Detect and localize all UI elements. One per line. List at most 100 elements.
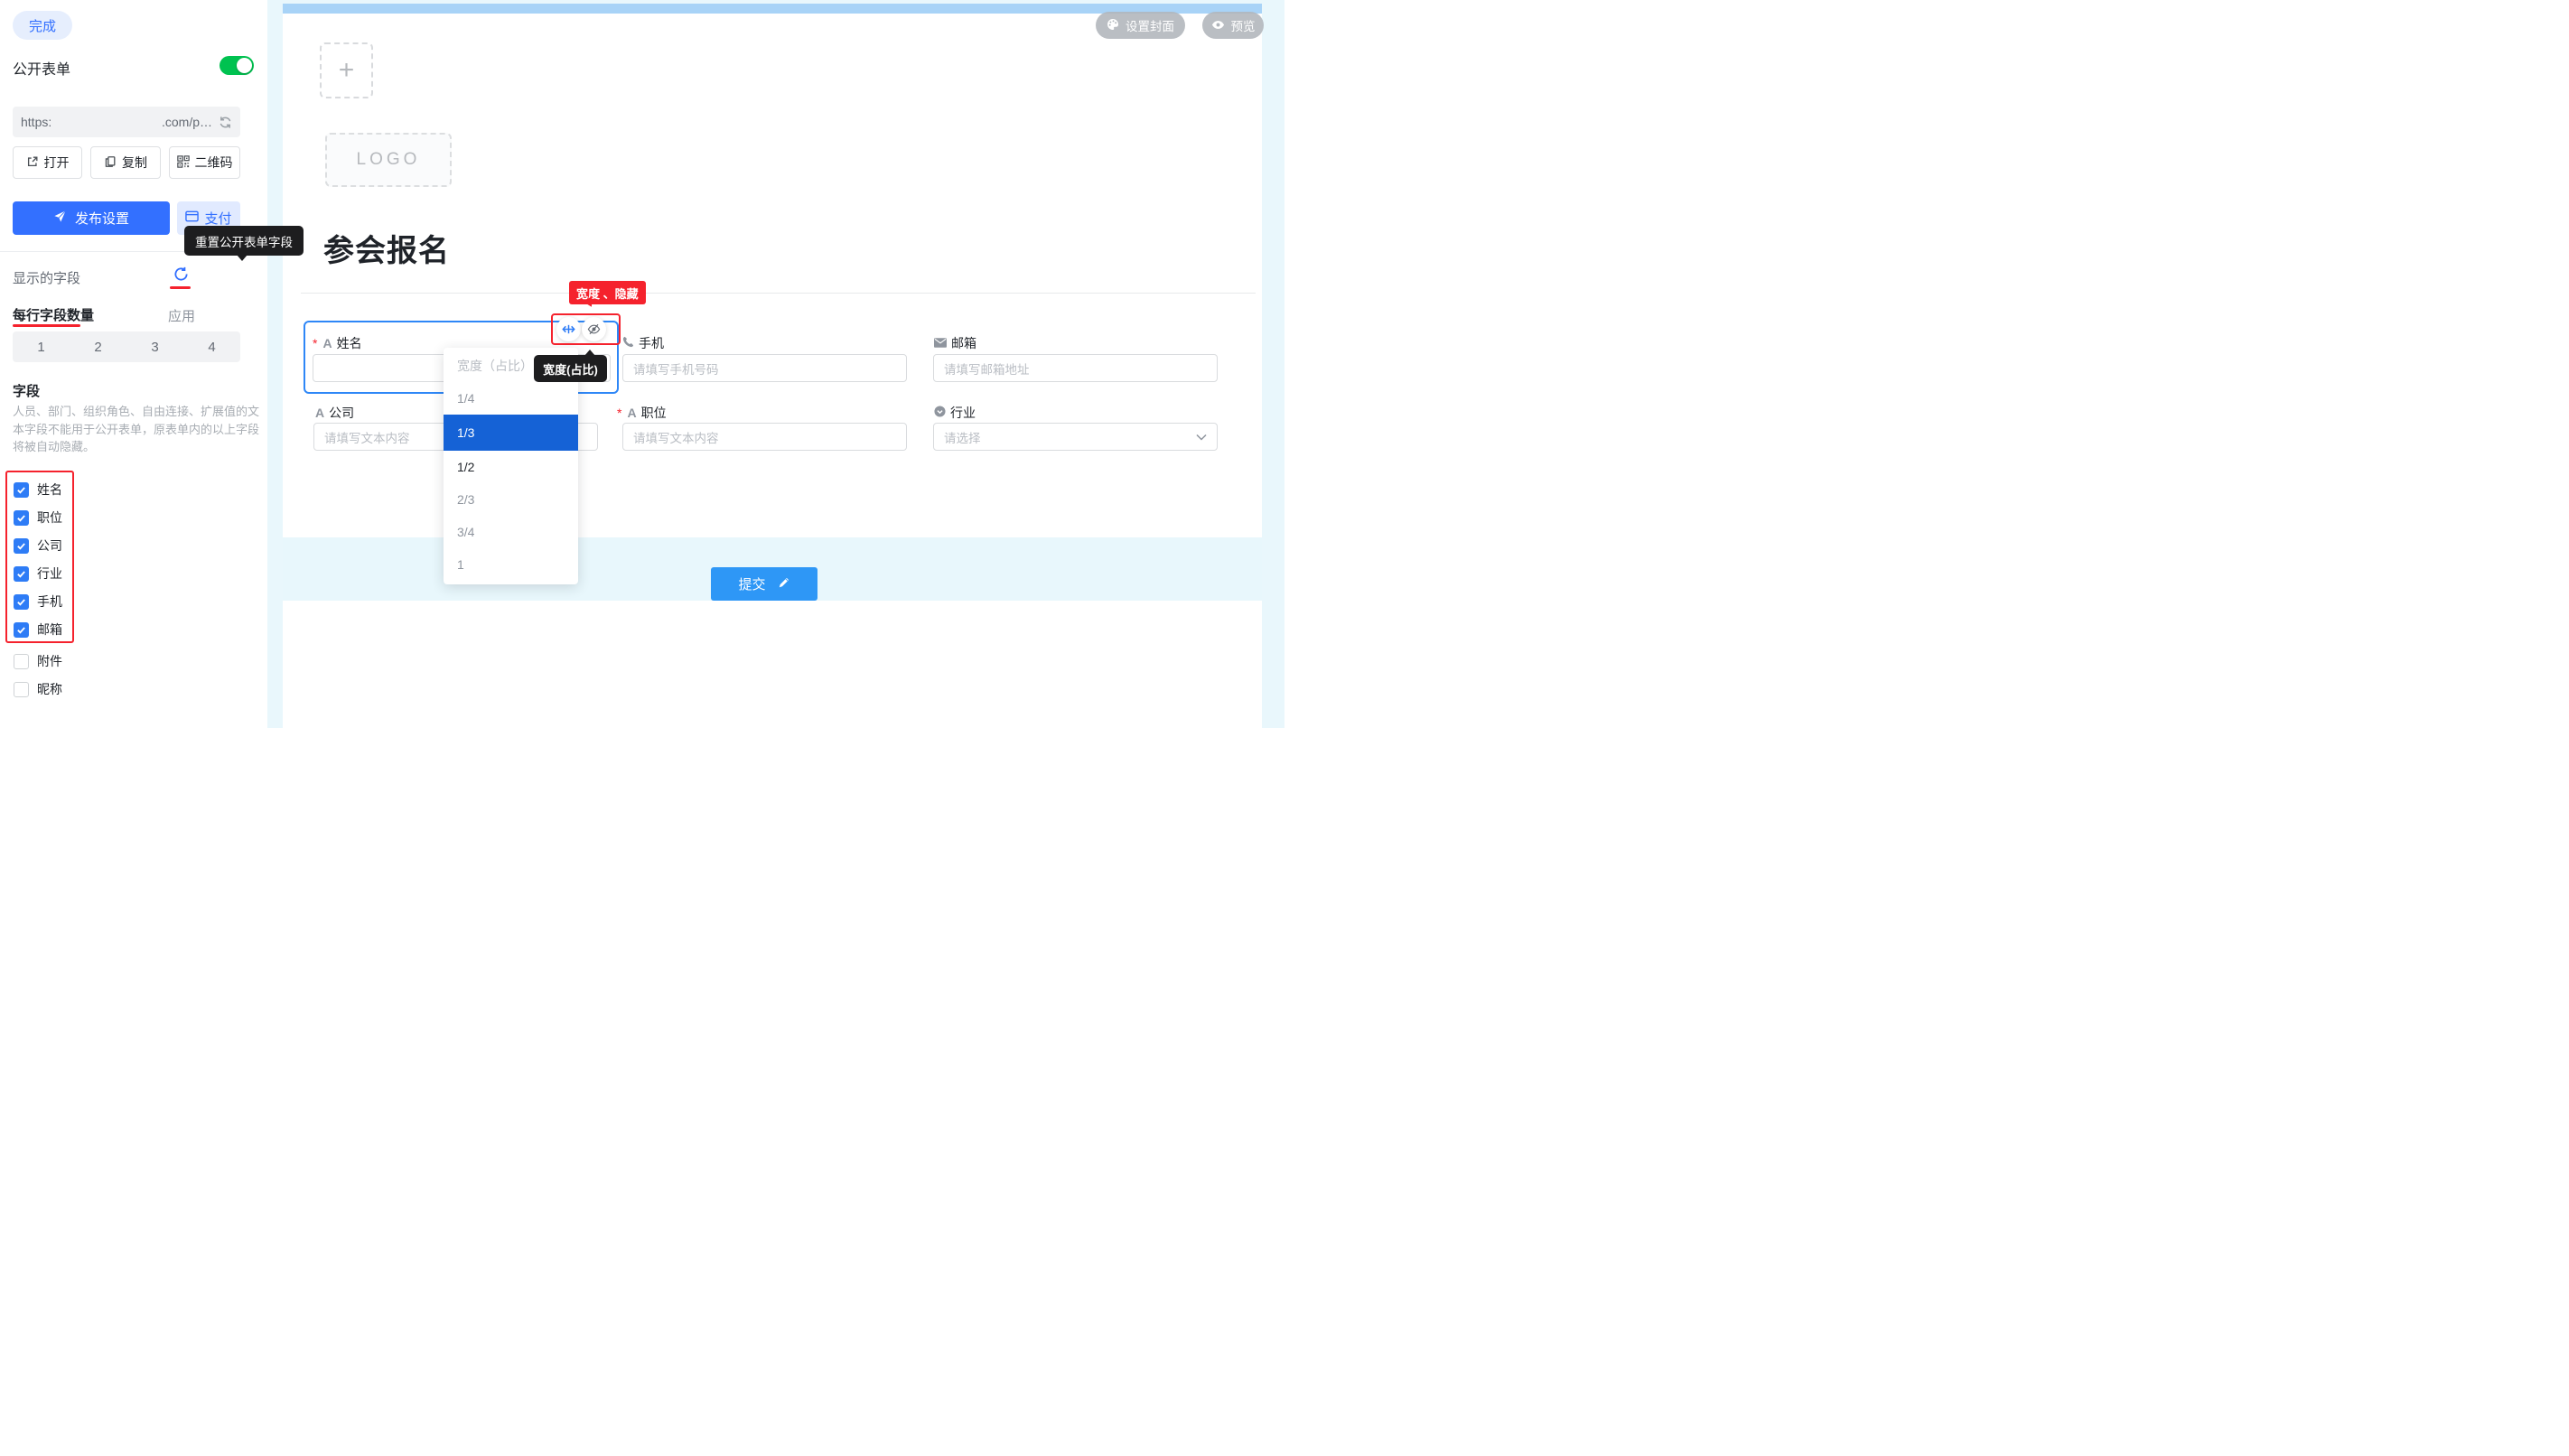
- industry-select[interactable]: 请选择: [933, 423, 1218, 451]
- industry-label-text: 行业: [950, 404, 976, 422]
- width-option-1-2[interactable]: 1/2: [444, 451, 578, 483]
- checkbox-checked-icon: [14, 594, 29, 610]
- fields-section-heading: 字段: [13, 381, 40, 400]
- width-option-3-4[interactable]: 3/4: [444, 516, 578, 548]
- red-underline-refresh: [170, 286, 191, 289]
- open-link-label: 打开: [44, 154, 70, 172]
- field-checkbox-attachment[interactable]: 附件: [14, 652, 62, 670]
- email-label-text: 邮箱: [951, 334, 976, 352]
- submit-button[interactable]: 提交: [711, 567, 817, 601]
- plus-icon: +: [339, 55, 355, 86]
- width-ratio-dropdown: 宽度（占比） 1/4 1/3 1/2 2/3 3/4 1: [444, 348, 578, 584]
- industry-field-label: 行业: [934, 404, 976, 422]
- position-input[interactable]: 请填写文本内容: [622, 423, 907, 451]
- toggle-knob: [237, 58, 252, 73]
- company-field-label: A 公司: [315, 404, 354, 422]
- copy-link-label: 复制: [122, 154, 147, 172]
- set-cover-label: 设置封面: [1126, 16, 1174, 34]
- url-refresh-icon[interactable]: [219, 116, 232, 129]
- per-row-option-2[interactable]: 2: [70, 331, 126, 362]
- checkbox-checked-icon: [14, 510, 29, 526]
- shown-fields-label: 显示的字段: [13, 268, 80, 287]
- pencil-icon: [778, 576, 790, 593]
- email-input[interactable]: 请填写邮箱地址: [933, 354, 1218, 382]
- public-form-toggle[interactable]: [220, 56, 254, 75]
- copy-link-button[interactable]: 复制: [90, 146, 161, 179]
- field-checkbox-label: 邮箱: [37, 621, 62, 639]
- publish-settings-button[interactable]: 发布设置: [13, 201, 170, 235]
- email-placeholder: 请填写邮箱地址: [944, 359, 1030, 378]
- industry-placeholder: 请选择: [944, 428, 981, 446]
- field-checkbox-company[interactable]: 公司: [14, 537, 62, 555]
- reset-fields-tooltip: 重置公开表单字段: [184, 226, 304, 256]
- card-icon: [185, 210, 199, 226]
- checkbox-unchecked-icon: [14, 682, 29, 697]
- field-checkbox-label: 附件: [37, 652, 62, 670]
- fields-per-row-segments: 1 2 3 4: [13, 331, 240, 362]
- set-cover-button[interactable]: 设置封面: [1096, 12, 1185, 39]
- text-type-icon: A: [627, 406, 636, 420]
- field-checkbox-label: 公司: [37, 537, 62, 555]
- per-row-option-1[interactable]: 1: [13, 331, 70, 362]
- copy-icon: [104, 155, 117, 171]
- fields-per-row-label: 每行字段数量: [13, 305, 94, 324]
- url-suffix: .com/p…: [162, 115, 212, 129]
- field-checkbox-position[interactable]: 职位: [14, 509, 62, 527]
- circle-chevron-icon: [934, 406, 946, 420]
- palette-icon: [1107, 18, 1119, 33]
- text-type-icon: A: [315, 406, 324, 420]
- field-hide-button[interactable]: [582, 317, 606, 341]
- text-type-icon: A: [322, 336, 332, 350]
- send-icon: [53, 210, 67, 227]
- preview-button[interactable]: 预览: [1202, 12, 1264, 39]
- width-option-1[interactable]: 1: [444, 548, 578, 581]
- red-underline-per-row: [13, 324, 80, 327]
- width-option-1-4[interactable]: 1/4: [444, 382, 578, 415]
- url-prefix: https:: [21, 115, 51, 129]
- field-width-button[interactable]: [556, 317, 581, 341]
- done-button[interactable]: 完成: [13, 11, 72, 40]
- reset-fields-refresh-icon[interactable]: [173, 266, 189, 286]
- field-checkbox-industry[interactable]: 行业: [14, 565, 62, 583]
- name-field-label: * A 姓名: [313, 334, 362, 352]
- phone-label-text: 手机: [639, 334, 664, 352]
- required-asterisk: *: [313, 336, 317, 350]
- checkbox-checked-icon: [14, 566, 29, 582]
- submit-label: 提交: [738, 574, 765, 593]
- checkbox-checked-icon: [14, 482, 29, 498]
- pay-label: 支付: [204, 209, 231, 228]
- form-url-field[interactable]: https: .com/p…: [13, 107, 240, 137]
- field-checkbox-phone[interactable]: 手机: [14, 593, 62, 611]
- width-option-1-3-selected[interactable]: 1/3: [444, 415, 578, 451]
- field-checkbox-label: 昵称: [37, 680, 62, 698]
- add-cover-placeholder[interactable]: +: [320, 42, 373, 98]
- position-label-text: 职位: [641, 404, 667, 422]
- qrcode-icon: [177, 155, 190, 171]
- width-ratio-tooltip: 宽度(占比): [534, 355, 607, 382]
- field-checkbox-email[interactable]: 邮箱: [14, 621, 62, 639]
- width-option-2-3[interactable]: 2/3: [444, 483, 578, 516]
- phone-field-label: 手机: [622, 334, 664, 352]
- open-link-button[interactable]: 打开: [13, 146, 82, 179]
- phone-input[interactable]: 请填写手机号码: [622, 354, 907, 382]
- eye-icon: [1211, 19, 1225, 33]
- company-label-text: 公司: [329, 404, 354, 422]
- form-title: 参会报名: [323, 226, 450, 270]
- apply-button[interactable]: 应用: [168, 306, 195, 325]
- field-checkbox-label: 姓名: [37, 481, 62, 499]
- qrcode-button[interactable]: 二维码: [169, 146, 240, 179]
- form-builder-page: 完成 公开表单 https: .com/p… 打开 复制 二维码 发布设置: [0, 0, 1284, 728]
- logo-placeholder[interactable]: LOGO: [325, 133, 452, 187]
- per-row-option-4[interactable]: 4: [183, 331, 240, 362]
- form-canvas: 设置封面 预览 + LOGO 参会报名 * A 姓名 手机 请填写手机号码 邮箱: [283, 4, 1262, 728]
- qrcode-label: 二维码: [195, 154, 233, 172]
- per-row-option-3[interactable]: 3: [126, 331, 183, 362]
- field-checkbox-nickname[interactable]: 昵称: [14, 680, 62, 698]
- required-asterisk: *: [617, 406, 621, 420]
- position-field-label: * A 职位: [617, 404, 667, 422]
- settings-sidebar: 完成 公开表单 https: .com/p… 打开 复制 二维码 发布设置: [0, 0, 267, 728]
- fields-section-note: 人员、部门、组织角色、自由连接、扩展值的文本字段不能用于公开表单，原表单内的以上…: [13, 403, 264, 456]
- field-checkbox-label: 职位: [37, 509, 62, 527]
- field-checkbox-name[interactable]: 姓名: [14, 481, 62, 499]
- publish-settings-label: 发布设置: [75, 209, 129, 228]
